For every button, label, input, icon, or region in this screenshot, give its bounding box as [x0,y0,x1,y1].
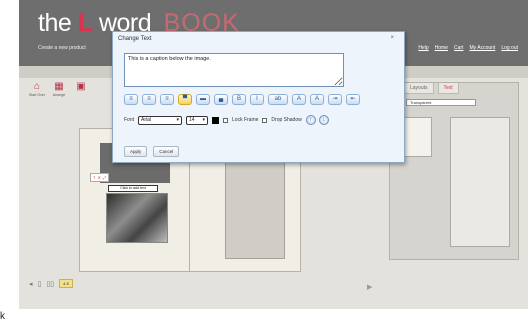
prev-page-icon[interactable]: ◂ [29,280,33,288]
page-icon[interactable]: ▯ [38,280,42,288]
tagline: Create a new product [38,45,86,51]
frame-mini-toolbar: T ✕ ⤢ [90,173,110,182]
home-icon: ⌂ [33,81,41,92]
nav-help-link[interactable]: Help [418,45,428,51]
font-select-value: Arial [141,116,152,123]
chevron-down-icon: ▾ [202,116,206,123]
tab-layouts[interactable]: Layouts [404,83,434,94]
logo-the: the [38,9,72,37]
move-up-icon[interactable]: ↑ [305,115,316,125]
resize-icon[interactable]: ⤢ [103,175,106,180]
bold-button[interactable]: B [232,94,246,105]
font-size-select[interactable]: 14 ▾ [186,115,209,125]
main-photo[interactable] [106,193,168,243]
text-tool-icon[interactable]: T [93,175,95,180]
align-middle-button[interactable]: ▬ [196,94,210,105]
nav-my-account-link[interactable]: My Account [469,45,495,51]
page-number-badge[interactable]: 4-5 [59,279,73,288]
chevron-down-icon: ▾ [176,116,180,123]
font-label: Font [124,117,135,123]
logo-l: L [77,9,93,37]
preview-thumbnail[interactable] [450,117,510,247]
font-options-row: Font Arial ▾ 14 ▾ Lock Frame Drop Shadow… [124,115,329,125]
size-up-button[interactable]: A [292,94,306,105]
change-text-dialog: Change Text × This is a caption below th… [112,31,405,163]
extra-tool[interactable]: ▣ [73,82,89,97]
delete-icon[interactable]: ✕ [97,175,100,180]
mouse-cursor-icon: k [0,311,5,322]
font-size-value: 14 [189,116,195,123]
layout-thumbnail[interactable] [404,117,432,157]
tab-text[interactable]: Text [437,83,459,94]
align-bottom-button[interactable]: ▄ [214,94,228,105]
format-toolbar: ≡ ≡ ≡ ▀ ▬ ▄ B I ab A A ⇥ ⇤ [124,94,360,105]
cancel-button[interactable]: Cancel [153,146,180,157]
app-window: the L word BOOK Create a new product Hel… [19,0,528,309]
nav-home-link[interactable]: Home [435,45,448,51]
arrange-icon: ▦ [54,81,64,92]
drop-shadow-checkbox[interactable] [262,117,268,123]
caption-text-frame[interactable]: Click to add text [108,185,158,192]
align-top-button[interactable]: ▀ [178,94,192,105]
align-center-button[interactable]: ≡ [142,94,156,105]
outdent-button[interactable]: ⇤ [346,94,360,105]
drop-shadow-label: Drop Shadow [271,117,302,123]
nav-cart-link[interactable]: Cart [454,45,463,51]
align-right-button[interactable]: ≡ [160,94,174,105]
lock-frame-label: Lock Frame [232,117,259,123]
close-icon[interactable]: × [390,35,394,41]
arrange-label: Arrange [52,93,66,97]
editor-toolbar: ⌂ Start Over ▦ Arrange ▣ [29,81,89,98]
indent-button[interactable]: ⇥ [328,94,342,105]
side-panel: Layouts Text Transparent [389,82,519,260]
dialog-title: Change Text [118,36,152,42]
apply-button[interactable]: Apply [124,146,148,157]
top-nav: Help Home Cart My Account Log out [418,45,518,51]
side-panel-tabs: Layouts Text [404,83,459,94]
tool-icon: ▣ [76,81,86,92]
arrange-tool[interactable]: ▦ Arrange [51,81,67,98]
page-navigation: ◂ ▯ ▯▯ 4-5 [29,279,73,288]
spread-icon[interactable]: ▯▯ [46,280,54,288]
text-color-swatch[interactable] [212,116,220,124]
align-left-button[interactable]: ≡ [124,94,138,105]
layer-order-buttons: ↑ ↓ [305,115,329,125]
nav-logout-link[interactable]: Log out [501,45,518,51]
dialog-actions: Apply Cancel [124,146,180,157]
caption-text-input[interactable]: This is a caption below the image. [124,53,344,87]
text-spacing-button[interactable]: ab [268,94,288,105]
size-down-button[interactable]: A [310,94,324,105]
start-over-label: Start Over [29,93,45,97]
font-select[interactable]: Arial ▾ [138,115,183,125]
next-page-arrow-icon[interactable]: ▶ [367,283,372,291]
italic-button[interactable]: I [250,94,264,105]
start-over-tool[interactable]: ⌂ Start Over [29,81,45,98]
transparency-select[interactable]: Transparent [406,99,476,106]
lock-frame-checkbox[interactable] [223,117,229,123]
move-down-icon[interactable]: ↓ [318,115,329,125]
